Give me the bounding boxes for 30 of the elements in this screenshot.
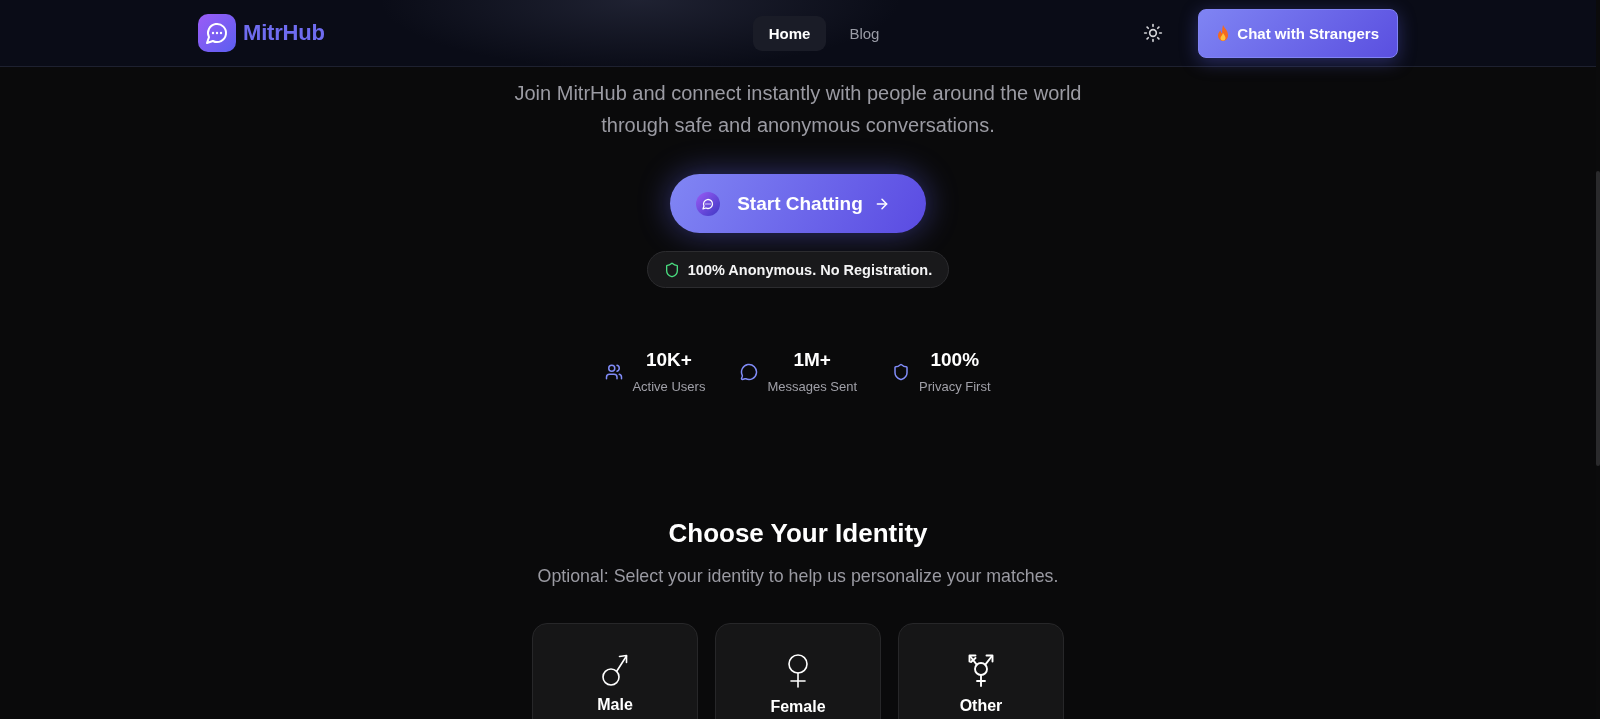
stat-value: 100%	[930, 348, 980, 372]
stat-label: Privacy First	[919, 378, 991, 396]
stat-label: Messages Sent	[767, 378, 858, 396]
users-icon	[605, 363, 624, 381]
message-bubble-icon	[740, 363, 759, 381]
chat-bubble-icon	[696, 191, 721, 216]
stat-value: 10K+	[645, 348, 692, 372]
shield-icon	[663, 261, 680, 278]
flame-icon	[1217, 25, 1230, 41]
stat-value: 1M+	[793, 348, 831, 372]
start-chatting-button[interactable]: Start Chatting	[670, 174, 926, 233]
scrollbar-thumb[interactable]	[1596, 171, 1600, 466]
nav-tab[interactable]: Blog	[833, 15, 896, 51]
brand-name[interactable]: MitrHub	[243, 20, 325, 46]
male-symbol-icon	[602, 654, 628, 686]
chat-with-strangers-button[interactable]: Chat with Strangers	[1198, 8, 1398, 58]
female-symbol-icon	[787, 654, 809, 688]
identity-option-card[interactable]: Female	[715, 623, 881, 719]
badge-label: 100% Anonymous. No Registration.	[687, 261, 933, 278]
section-title: Choose Your Identity	[668, 517, 928, 549]
sun-icon	[1143, 23, 1164, 43]
identity-option-card[interactable]: Male	[532, 623, 698, 719]
shield-icon	[892, 363, 911, 381]
identity-option-card[interactable]: Other	[898, 623, 1064, 719]
chat-logo-icon	[198, 14, 236, 52]
stat-label: Active Users	[632, 378, 706, 396]
hero-description: Join MitrHub and connect instantly with people around the world through safe and anonymous conversations.	[513, 81, 1083, 138]
transgender-symbol-icon	[968, 654, 994, 687]
section-subtitle: Optional: Select your identity to help us personalize your matches.	[537, 565, 1059, 588]
nav-tab[interactable]: Home	[752, 15, 827, 51]
